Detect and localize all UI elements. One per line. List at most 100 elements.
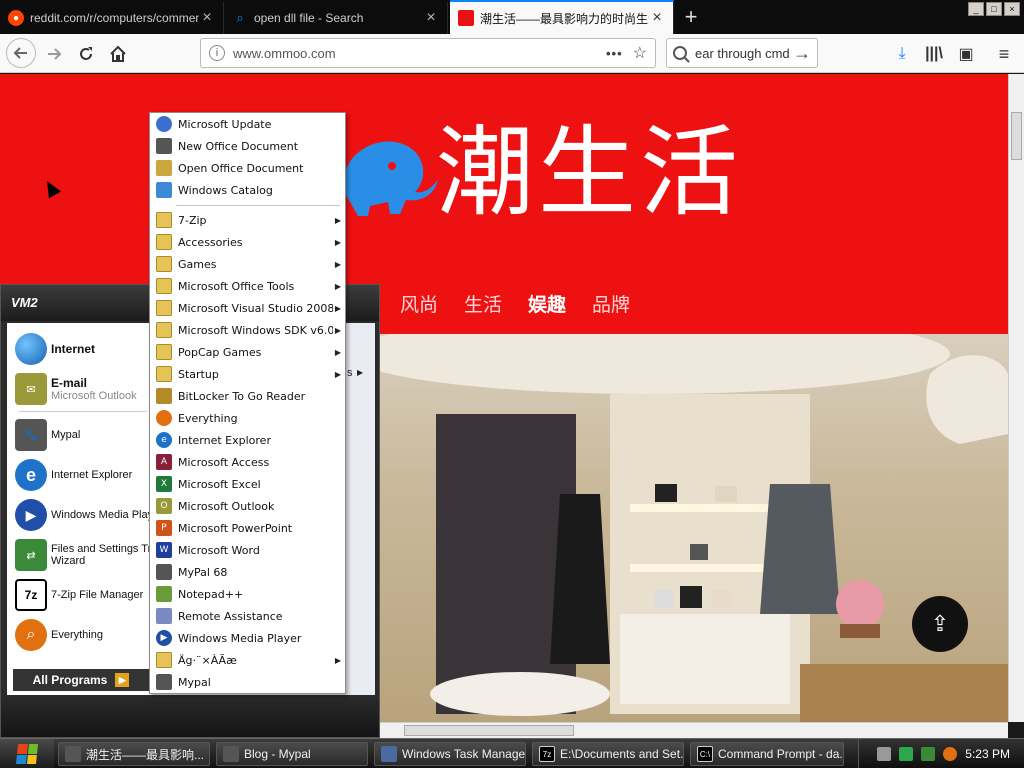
program-label: Remote Assistance: [178, 609, 283, 623]
program-folder-office-tools[interactable]: Microsoft Office Tools ▶: [152, 275, 343, 297]
program-remote-assistance[interactable]: Remote Assistance: [152, 605, 343, 627]
program-microsoft-update[interactable]: Microsoft Update: [152, 113, 343, 135]
nav-item-life[interactable]: 生活: [464, 290, 502, 317]
program-folder-visual-studio[interactable]: Microsoft Visual Studio 2008 ▶: [152, 297, 343, 319]
start-item-ie[interactable]: e Internet Explorer: [15, 459, 132, 491]
scroll-thumb[interactable]: [1011, 112, 1022, 160]
library-icon[interactable]: |||\: [922, 42, 946, 66]
minimize-button[interactable]: _: [968, 2, 984, 16]
program-label: Microsoft Access: [178, 455, 270, 469]
monitor-icon[interactable]: [921, 747, 936, 761]
start-item-internet[interactable]: Internet: [15, 333, 95, 365]
home-button[interactable]: [104, 40, 132, 68]
taskbar-button-blog[interactable]: Blog - Mypal: [216, 742, 368, 766]
search-input[interactable]: ear through cmd →: [666, 38, 818, 68]
share-button[interactable]: ⇪: [912, 596, 968, 652]
program-folder-windows-sdk[interactable]: Microsoft Windows SDK v6.0A ▶: [152, 319, 343, 341]
program-folder-games[interactable]: Games ▶: [152, 253, 343, 275]
everything-icon[interactable]: [943, 747, 958, 761]
close-icon[interactable]: ×: [423, 9, 439, 27]
taskbar-button-ommoo[interactable]: 潮生活——最具影响...: [58, 742, 210, 766]
tab-reddit[interactable]: ● reddit.com/r/computers/comment ×: [0, 2, 224, 34]
reload-button[interactable]: [72, 40, 100, 68]
info-icon[interactable]: i: [209, 45, 225, 61]
program-windows-media-player[interactable]: ▶ Windows Media Player: [152, 627, 343, 649]
back-button[interactable]: [6, 38, 36, 68]
program-label: Accessories: [178, 235, 243, 249]
start-item-subtitle: Microsoft Outlook: [51, 390, 137, 402]
network-icon[interactable]: [899, 747, 914, 761]
tab-ommoo[interactable]: 潮生活——最具影响力的时尚生活 ×: [450, 0, 674, 34]
start-item-label: Internet Explorer: [51, 469, 133, 481]
program-folder-startup[interactable]: Startup ▶: [152, 363, 343, 385]
clock[interactable]: 5:23 PM: [965, 747, 1010, 761]
start-item-email[interactable]: ✉ E-mail Microsoft Outlook: [15, 373, 137, 405]
program-notepad-plus-plus[interactable]: Notepad++: [152, 583, 343, 605]
program-bitlocker-reader[interactable]: BitLocker To Go Reader: [152, 385, 343, 407]
search-icon: ⌕: [236, 10, 244, 25]
program-windows-catalog[interactable]: Windows Catalog: [152, 179, 343, 201]
program-open-office-document[interactable]: Open Office Document: [152, 157, 343, 179]
program-microsoft-access[interactable]: A Microsoft Access: [152, 451, 343, 473]
maximize-button[interactable]: □: [986, 2, 1002, 16]
start-item-files-settings-wizard[interactable]: ⇄ Files and Settings Tra Wizard: [15, 539, 157, 571]
search-text[interactable]: ear through cmd: [695, 46, 793, 61]
menu-icon[interactable]: ≡: [992, 42, 1016, 66]
start-button[interactable]: [0, 739, 54, 768]
url-text[interactable]: www.ommoo.com: [233, 46, 606, 61]
program-internet-explorer[interactable]: e Internet Explorer: [152, 429, 343, 451]
program-everything[interactable]: Everything: [152, 407, 343, 429]
cmd-icon: C:\: [697, 746, 713, 762]
new-tab-button[interactable]: +: [680, 4, 702, 30]
globe-icon: [15, 333, 47, 365]
program-label: Windows Catalog: [178, 183, 273, 197]
horizontal-scrollbar[interactable]: [380, 722, 1008, 738]
keyboard-icon[interactable]: [877, 747, 892, 761]
page-actions-button[interactable]: •••: [606, 46, 623, 61]
start-item-7zip[interactable]: 7z 7-Zip File Manager: [15, 579, 143, 611]
tab-search[interactable]: ⌕ open dll file - Search ×: [224, 2, 448, 34]
bookmark-star-icon[interactable]: ☆: [633, 43, 647, 63]
program-microsoft-excel[interactable]: X Microsoft Excel: [152, 473, 343, 495]
close-icon[interactable]: ×: [649, 9, 665, 27]
program-mypal[interactable]: Mypal: [152, 671, 343, 693]
search-go-icon[interactable]: →: [793, 43, 811, 64]
sidebar-icon[interactable]: ▣: [954, 42, 978, 66]
program-new-office-document[interactable]: New Office Document: [152, 135, 343, 157]
media-player-icon: ▶: [156, 630, 172, 646]
taskbar-button-task-manager[interactable]: Windows Task Manager: [374, 742, 526, 766]
elephant-logo-icon[interactable]: [330, 132, 440, 222]
nav-item-brand[interactable]: 品牌: [592, 290, 630, 317]
nav-item-fashion[interactable]: 风尚: [400, 290, 438, 317]
program-mypal-68[interactable]: MyPal 68: [152, 561, 343, 583]
program-folder-popcap[interactable]: PopCap Games ▶: [152, 341, 343, 363]
scroll-thumb[interactable]: [404, 725, 574, 736]
all-programs-button[interactable]: All Programs ▶: [13, 669, 149, 691]
start-item-media-player[interactable]: ▶ Windows Media Playe: [15, 499, 159, 531]
folder-icon: [156, 300, 172, 316]
program-folder-garbled[interactable]: Äg·¨×ÀÃæ ▶: [152, 649, 343, 671]
start-item-mypal[interactable]: 🐾 Mypal: [15, 419, 80, 451]
nav-item-fun[interactable]: 娱趣: [528, 290, 566, 317]
program-label: Microsoft PowerPoint: [178, 521, 293, 535]
program-microsoft-outlook[interactable]: O Microsoft Outlook: [152, 495, 343, 517]
taskbar-button-cmd[interactable]: C:\ Command Prompt - da...: [690, 742, 844, 766]
program-microsoft-word[interactable]: W Microsoft Word: [152, 539, 343, 561]
vertical-scrollbar[interactable]: [1008, 74, 1024, 722]
start-item-everything[interactable]: ⌕ Everything: [15, 619, 103, 651]
arrow-right-icon: ▶: [115, 673, 130, 687]
taskbar-button-label: Command Prompt - da...: [718, 747, 844, 761]
program-folder-7zip[interactable]: 7-Zip ▶: [152, 209, 343, 231]
program-label: Startup: [178, 367, 219, 381]
close-icon[interactable]: ×: [199, 9, 215, 27]
program-microsoft-powerpoint[interactable]: P Microsoft PowerPoint: [152, 517, 343, 539]
start-item-label: Everything: [51, 629, 103, 641]
forward-button[interactable]: [40, 40, 68, 68]
address-bar[interactable]: i www.ommoo.com ••• ☆: [200, 38, 656, 68]
folder-icon: [156, 322, 172, 338]
close-window-button[interactable]: ×: [1004, 2, 1020, 16]
download-icon[interactable]: ⤓: [890, 42, 914, 66]
taskbar-button-7zip[interactable]: 7z E:\Documents and Set...: [532, 742, 684, 766]
program-label: Äg·¨×ÀÃæ: [178, 653, 237, 667]
program-folder-accessories[interactable]: Accessories ▶: [152, 231, 343, 253]
